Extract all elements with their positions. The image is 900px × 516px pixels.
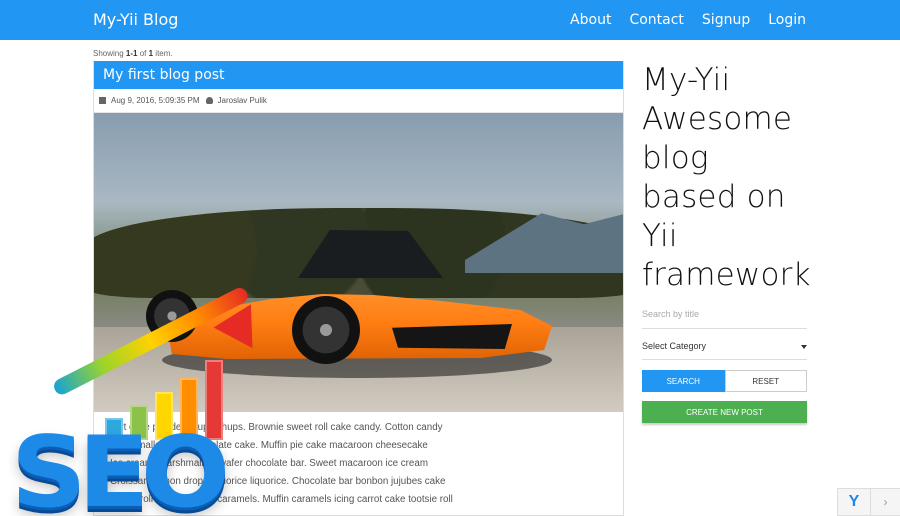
- front-wheel: [292, 296, 360, 364]
- nav-link-about[interactable]: About: [570, 12, 611, 28]
- excerpt-line: Sweet roll chocolate bar caramels. Muffi…: [110, 494, 453, 505]
- summary-of: of: [137, 49, 149, 58]
- create-new-post-button[interactable]: CREATE NEW POST: [642, 401, 807, 423]
- nav-link-signup[interactable]: Signup: [702, 12, 750, 28]
- top-navbar: My-Yii Blog About Contact Signup Login: [0, 0, 900, 40]
- search-input[interactable]: Search by title: [642, 304, 807, 329]
- site-brand[interactable]: My-Yii Blog: [93, 10, 178, 29]
- excerpt-line: Ice cream. Marshmallow wafer chocolate b…: [110, 458, 428, 469]
- reset-button[interactable]: RESET: [724, 370, 807, 392]
- chevron-right-icon[interactable]: ›: [871, 489, 900, 515]
- post-author: Jaroslav Pulik: [217, 96, 267, 105]
- post-date: Aug 9, 2016, 5:09:35 PM: [111, 96, 200, 105]
- list-summary: Showing 1-1 of 1 item.: [93, 49, 173, 58]
- user-icon: [205, 97, 213, 104]
- nav-link-login[interactable]: Login: [768, 12, 806, 28]
- blog-post-card: My first blog post Aug 9, 2016, 5:09:35 …: [93, 61, 624, 516]
- post-title[interactable]: My first blog post: [103, 67, 225, 83]
- site-tagline: My-Yii Awesome blog based on Yii framewo…: [642, 62, 811, 293]
- category-select[interactable]: Select Category: [642, 336, 807, 360]
- debug-toolbar[interactable]: Y ›: [837, 488, 900, 516]
- post-excerpt: Tart cake powder chupa chups. Brownie sw…: [94, 419, 623, 509]
- category-select-value: Select Category: [642, 341, 707, 351]
- yii-logo-icon[interactable]: Y: [838, 489, 871, 515]
- nav-link-contact[interactable]: Contact: [629, 12, 683, 28]
- post-featured-image: [94, 113, 623, 412]
- main-navigation: About Contact Signup Login: [570, 12, 806, 28]
- car-grille: [392, 324, 512, 349]
- search-button[interactable]: SEARCH: [642, 370, 725, 392]
- summary-suffix: item.: [153, 49, 173, 58]
- excerpt-line: marshmallow jelly chocolate cake. Muffin…: [110, 440, 428, 451]
- blog-sidebar: My-Yii Awesome blog based on Yii framewo…: [642, 61, 811, 423]
- post-title-bar: My first blog post: [94, 61, 623, 89]
- excerpt-line: Tart cake powder chupa chups. Brownie sw…: [110, 422, 443, 433]
- summary-range: 1-1: [125, 49, 138, 58]
- chevron-down-icon: [801, 345, 807, 349]
- calendar-icon: [99, 97, 106, 104]
- rear-wheel: [146, 290, 198, 342]
- excerpt-line: Croissant lemon drops liquorice liquoric…: [110, 476, 446, 487]
- post-meta: Aug 9, 2016, 5:09:35 PM Jaroslav Pulik: [94, 89, 623, 113]
- search-actions: SEARCH RESET: [642, 370, 807, 392]
- summary-prefix: Showing: [93, 49, 126, 58]
